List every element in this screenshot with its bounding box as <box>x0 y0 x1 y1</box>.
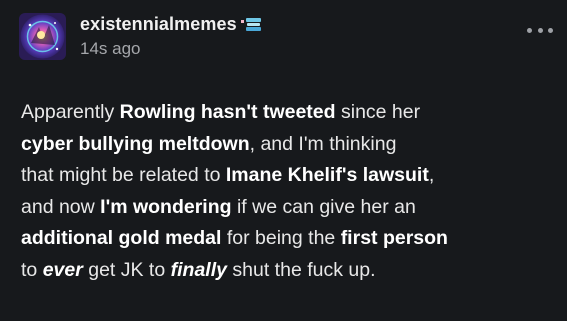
body-text-segment: and now <box>21 195 101 218</box>
body-text-segment: that might be related to <box>21 164 226 186</box>
body-text-segment: shut the fuck up. <box>226 258 376 281</box>
emphasized-text-segment: Imane Khelif's lawsuit <box>225 164 429 186</box>
body-text-segment: if we can give her an <box>231 195 416 218</box>
more-dot <box>527 27 532 33</box>
emphasized-text-segment: I'm wondering <box>100 195 232 218</box>
body-text-segment: , and I'm thinking <box>249 132 397 155</box>
username-link[interactable]: existennialmemes <box>80 14 237 35</box>
emphasized-text-segment: first person <box>340 227 448 249</box>
more-dot <box>548 27 553 33</box>
post-card: existennialmemes 14s ago Apparently Rowl… <box>0 0 567 321</box>
body-text-segment: for being the <box>221 227 341 249</box>
more-options-icon[interactable] <box>527 26 553 34</box>
post-timestamp: 14s ago <box>80 38 141 58</box>
post-body-line: to ever get JK to finally shut the fuck … <box>21 255 551 287</box>
post-body-line: that might be related to Imane Khelif's … <box>21 160 551 192</box>
body-text-segment: , <box>428 164 435 186</box>
body-text-segment: Apparently <box>21 101 120 123</box>
body-text-segment: get JK to <box>82 258 171 281</box>
emphasized-text-segment: ever <box>42 258 83 281</box>
post-body-line: and now I'm wondering if we can give her… <box>21 192 551 224</box>
post-body-line: cyber bullying meltdown, and I'm thinkin… <box>21 129 551 161</box>
more-dot <box>537 27 543 33</box>
post-meta: existennialmemes 14s ago <box>80 14 263 59</box>
cosmic-avatar-icon[interactable] <box>19 12 66 60</box>
body-text-segment: to <box>21 258 43 281</box>
body-text-segment: since her <box>335 101 421 123</box>
emphasized-text-segment: Rowling hasn't tweeted <box>119 101 336 123</box>
emphasized-text-segment: cyber bullying meltdown <box>21 132 250 155</box>
post-header: existennialmemes 14s ago <box>19 12 263 60</box>
emphasized-text-segment: finally <box>170 258 227 281</box>
post-body-line: additional gold medal for being the firs… <box>21 223 551 255</box>
emphasized-text-segment: additional gold medal <box>21 227 222 249</box>
post-body-line: Apparently Rowling hasn't tweeted since … <box>21 97 551 129</box>
post-body: Apparently Rowling hasn't tweeted since … <box>21 97 551 286</box>
badge-icon <box>240 17 261 31</box>
user-row: existennialmemes <box>80 14 263 36</box>
